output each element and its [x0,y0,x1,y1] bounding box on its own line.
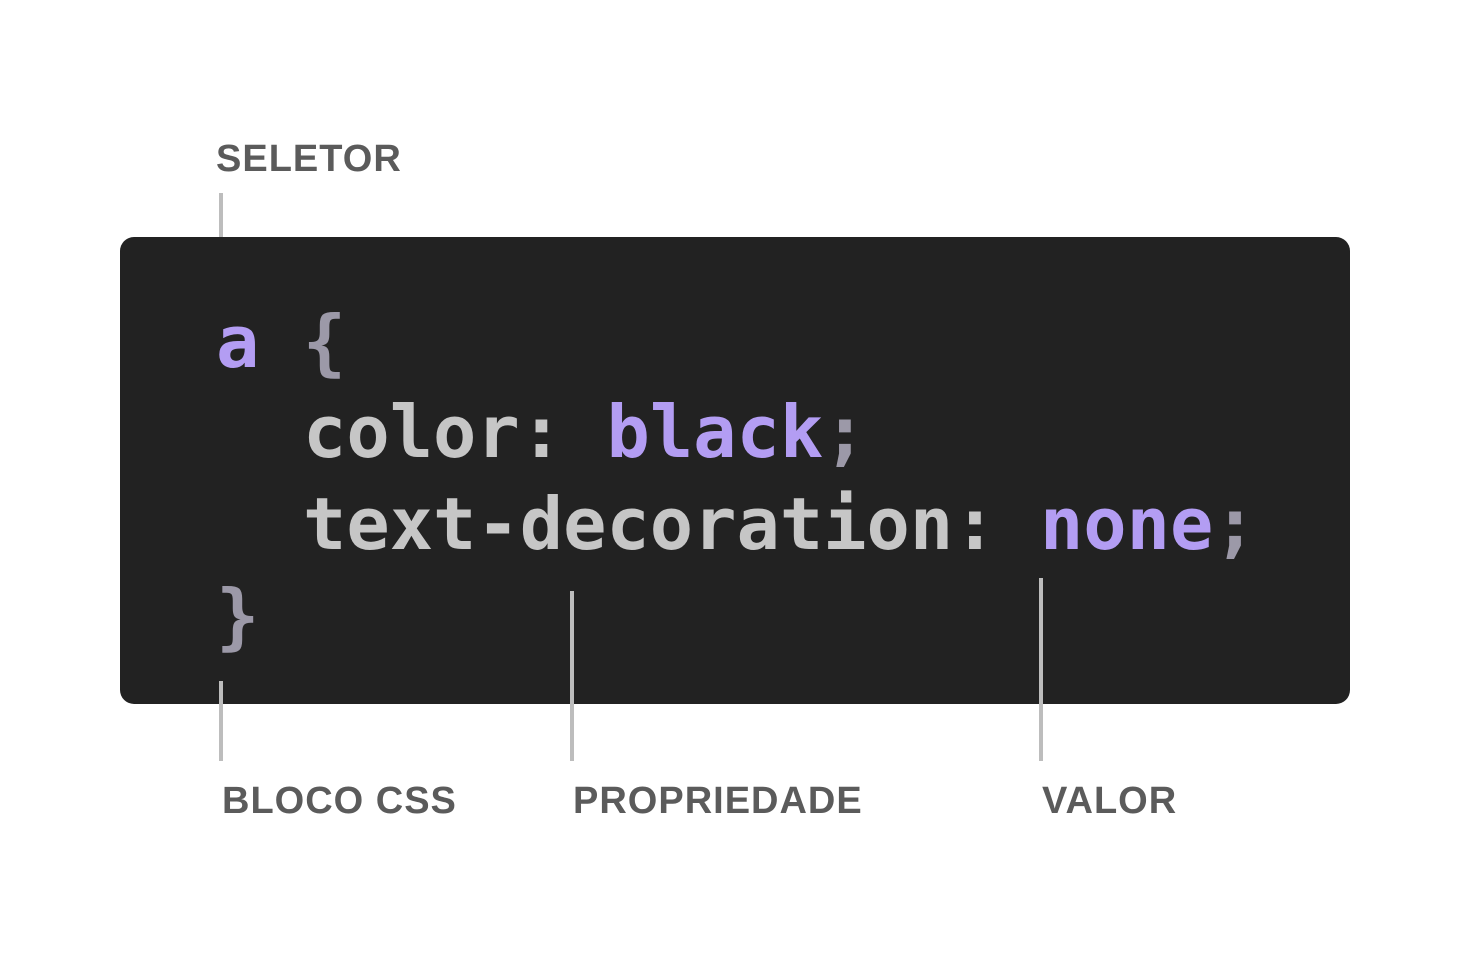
code-line-declaration: text-decoration: none; [303,488,1257,560]
value-leader-line [1039,578,1043,761]
open-brace-token: { [302,300,347,384]
property-token: text-decoration [303,482,954,566]
colon-token: : [953,482,997,566]
value-label: VALOR [1042,780,1178,822]
value-token: black [606,390,824,474]
close-brace-token: } [216,574,260,658]
selector-token: a [216,300,260,384]
semicolon-token: ; [823,390,867,474]
property-token: color [303,390,520,474]
code-line-declaration: color: black; [303,396,867,468]
colon-token: : [519,390,564,474]
property-label: PROPRIEDADE [573,780,863,822]
code-line-selector: a { [216,306,346,378]
block-leader-line [219,681,223,761]
selector-label: SELETOR [216,138,402,180]
semicolon-token: ; [1213,482,1257,566]
value-token: none [1039,482,1214,566]
property-leader-line [570,591,574,761]
code-line-close: } [216,580,259,652]
block-label: BLOCO CSS [222,780,457,822]
